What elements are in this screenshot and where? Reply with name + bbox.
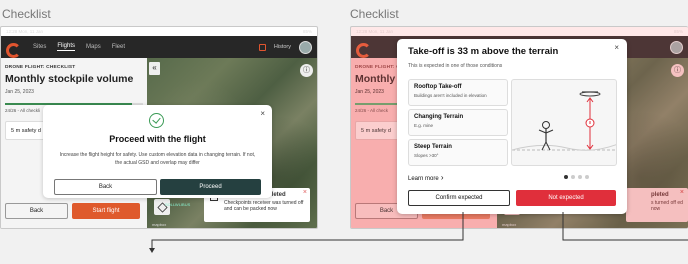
screen-takeoff: 12:28 Mon, 11 Jan 85% DRONE FLIGHT: CHEC…: [350, 26, 688, 229]
status-date: Mon, 11 Jan: [18, 29, 43, 34]
notification-icon[interactable]: [258, 43, 266, 51]
toast-close-icon[interactable]: ×: [303, 189, 307, 196]
close-icon[interactable]: ×: [260, 109, 265, 118]
toast-body: Checkpoints receiver was turned off and …: [224, 200, 304, 212]
screen-proceed: 12:28 Mon, 11 Jan 85% Sites Flights Maps…: [0, 26, 318, 229]
start-flight-button[interactable]: Start flight: [72, 203, 140, 219]
tab-sites[interactable]: Sites: [33, 44, 46, 50]
tab-maps[interactable]: Maps: [86, 44, 101, 50]
dialog-title: Take-off is 33 m above the terrain: [408, 46, 559, 57]
learn-more-link[interactable]: Learn more: [408, 173, 444, 182]
condition-title: Steep Terrain: [414, 144, 452, 150]
canvas: Checklist Checklist 12:28 Mon, 11 Jan 85…: [0, 0, 688, 264]
map-attribution: mapbox: [152, 222, 167, 227]
info-icon[interactable]: ⓘ: [300, 64, 313, 77]
proceed-button[interactable]: Proceed: [160, 179, 261, 195]
tab-fleet[interactable]: Fleet: [112, 44, 125, 50]
pagination-dots[interactable]: [564, 175, 589, 179]
close-icon[interactable]: ×: [614, 43, 619, 52]
terrain-profile: [512, 144, 616, 151]
sidebar-eyebrow: DRONE FLIGHT: CHECKLIST: [5, 65, 76, 70]
condition-desc: Slopes >30°: [414, 153, 439, 158]
dialog-subtitle: This is expected in one of those conditi…: [408, 63, 503, 69]
flight-date: Jan 25, 2023: [5, 89, 34, 95]
dialog-title: Proceed with the flight: [109, 134, 206, 144]
battery-level: 85%: [302, 29, 312, 34]
takeoff-illustration: [511, 79, 617, 166]
dialog-body: Increase the flight height for safety. U…: [59, 152, 256, 166]
status-bar: 12:28 Mon, 11 Jan 85%: [1, 27, 317, 36]
condition-desc: E.g. mine: [414, 123, 434, 128]
flight-title: Monthly stockpile volume: [5, 73, 134, 85]
collapse-chevron-icon[interactable]: «: [149, 62, 160, 75]
top-nav: Sites Flights Maps Fleet History: [1, 36, 317, 58]
confirm-expected-button[interactable]: Confirm expected: [408, 190, 510, 206]
not-expected-button[interactable]: Not expected: [516, 190, 616, 206]
map-label: SOLLWLIBUS: [165, 202, 191, 207]
check-circle-icon: [149, 113, 164, 128]
proceed-dialog: × Proceed with the flight Increase the f…: [43, 105, 272, 198]
avatar[interactable]: [299, 40, 312, 54]
dialog-back-button[interactable]: Back: [54, 179, 157, 195]
condition-desc: Buildings aren't included in elevation: [414, 93, 487, 98]
history-link[interactable]: History: [274, 44, 291, 50]
condition-title: Rooftop Take-off: [414, 84, 462, 90]
tab-flights[interactable]: Flights: [57, 43, 76, 51]
pilot-icon: [542, 121, 550, 129]
condition-title: Changing Terrain: [414, 114, 464, 120]
condition-rooftop: Rooftop Take-off Buildings aren't includ…: [408, 79, 508, 106]
right-title: Checklist: [350, 7, 399, 21]
back-button[interactable]: Back: [5, 203, 68, 219]
logo-icon: [6, 42, 21, 58]
left-title: Checklist: [2, 7, 51, 21]
takeoff-dialog: Take-off is 33 m above the terrain × Thi…: [397, 39, 627, 214]
condition-steep-terrain: Steep Terrain Slopes >30°: [408, 139, 508, 166]
status-time: 12:28: [6, 29, 18, 34]
condition-changing-terrain: Changing Terrain E.g. mine: [408, 109, 508, 136]
